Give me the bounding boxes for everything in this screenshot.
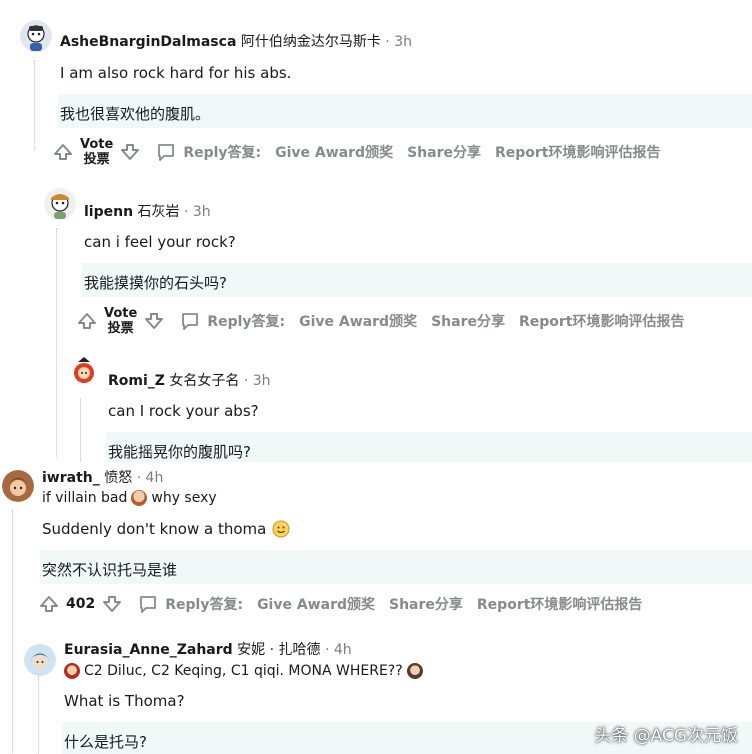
username[interactable]: AsheBnarginDalmasca — [60, 34, 236, 50]
comment-bubble-icon — [182, 313, 199, 330]
downvote-icon[interactable] — [101, 593, 123, 615]
avatar[interactable] — [2, 470, 34, 502]
translation-text: 突然不认识托马是谁 — [42, 561, 178, 579]
username-cn: 愤怒 — [104, 470, 133, 486]
give-award-button[interactable]: Give Award颁奖 — [257, 594, 375, 614]
vote-label-cn: 投票 — [107, 321, 134, 336]
thread-line — [80, 398, 81, 462]
give-award-button[interactable]: Give Award颁奖 — [275, 142, 393, 162]
comment-actions: Vote 投票 Reply答复: Give Award颁奖 Share分享 Rep… — [52, 137, 661, 167]
timestamp[interactable]: · 4h — [137, 470, 164, 486]
comment-actions: 402 Reply答复: Give Award颁奖 Share分享 Report… — [38, 593, 642, 615]
share-button[interactable]: Share分享 — [431, 311, 505, 331]
upvote-icon[interactable] — [52, 141, 74, 163]
comment-actions: Vote 投票 Reply答复: Give Award颁奖 Share分享 Rep… — [76, 306, 685, 336]
vote-label-cn: 投票 — [83, 152, 110, 167]
grin-emoji-icon — [272, 520, 290, 538]
username[interactable]: lipenn — [84, 204, 133, 220]
downvote-icon[interactable] — [119, 141, 141, 163]
vote-label: Vote 投票 — [104, 306, 137, 336]
reply-label: Reply答复: — [183, 145, 262, 161]
avatar[interactable] — [44, 188, 76, 220]
comment-meta: iwrath_ 愤怒 · 4h — [42, 467, 163, 487]
flair-character-icon — [406, 663, 423, 679]
username[interactable]: Eurasia_Anne_Zahard — [64, 642, 233, 658]
user-flair: if villain bad why sexy — [42, 490, 217, 506]
comment-meta: Eurasia_Anne_Zahard 安妮 · 扎哈德 · 4h — [64, 639, 352, 659]
reply-button[interactable]: Reply答复: — [155, 141, 261, 163]
username-cn: 阿什伯纳金达尔马斯卡 — [240, 34, 381, 50]
reply-button[interactable]: Reply答复: — [179, 310, 285, 332]
share-button[interactable]: Share分享 — [407, 142, 481, 162]
upvote-icon[interactable] — [76, 310, 98, 332]
timestamp[interactable]: · 3h — [244, 373, 271, 389]
vote-count: 402 — [66, 596, 96, 612]
report-button[interactable]: Report环境影响评估报告 — [495, 142, 661, 162]
comment-text-content: Suddenly don't know a thoma — [42, 520, 267, 538]
translation-text: 我能摸摸你的石头吗? — [84, 274, 227, 292]
thread-line — [56, 228, 57, 458]
thread-line — [38, 676, 39, 754]
flair-text: C2 Diluc, C2 Keqing, C1 qiqi. MONA WHERE… — [84, 663, 403, 679]
avatar[interactable] — [68, 356, 100, 388]
translation-text: 什么是托马? — [64, 733, 147, 751]
comment-text: What is Thoma? — [64, 692, 185, 710]
comment-text: can I rock your abs? — [108, 402, 259, 420]
thread-line — [12, 510, 13, 754]
avatar[interactable] — [24, 644, 56, 676]
upvote-icon[interactable] — [38, 593, 60, 615]
username[interactable]: iwrath_ — [42, 470, 100, 486]
flair-character-icon — [64, 663, 80, 679]
avatar[interactable] — [20, 20, 52, 52]
reply-button[interactable]: Reply答复: — [137, 593, 243, 615]
vote-label-en: Vote — [80, 137, 114, 152]
thread-line — [34, 60, 35, 150]
comment-meta: AsheBnarginDalmasca 阿什伯纳金达尔马斯卡 · 3h — [60, 31, 412, 51]
comment-text: I am also rock hard for his abs. — [60, 64, 292, 82]
give-award-button[interactable]: Give Award颁奖 — [299, 311, 417, 331]
report-button[interactable]: Report环境影响评估报告 — [477, 594, 643, 614]
username[interactable]: Romi_Z — [108, 373, 165, 389]
share-button[interactable]: Share分享 — [389, 594, 463, 614]
username-cn: 女名女子名 — [169, 373, 240, 389]
comment-bubble-icon — [140, 596, 157, 613]
vote-label: Vote 投票 — [80, 137, 113, 167]
timestamp[interactable]: · 4h — [325, 642, 352, 658]
user-flair: C2 Diluc, C2 Keqing, C1 qiqi. MONA WHERE… — [64, 663, 423, 679]
reply-label: Reply答复: — [165, 597, 244, 613]
watermark: 头条 @ACG次元饭 — [594, 726, 738, 746]
translation-text: 我能摇晃你的腹肌吗? — [108, 443, 251, 461]
translation-text: 我也很喜欢他的腹肌。 — [60, 105, 211, 123]
vote-label-en: Vote — [104, 306, 138, 321]
flair-character-icon — [131, 490, 148, 506]
username-cn: 安妮 · 扎哈德 — [237, 642, 321, 658]
flair-text: if villain bad — [42, 490, 128, 506]
comment-meta: Romi_Z 女名女子名 · 3h — [108, 370, 271, 390]
flair-text: why sexy — [151, 490, 217, 506]
comment-bubble-icon — [158, 144, 175, 161]
comment-meta: lipenn 石灰岩 · 3h — [84, 201, 211, 221]
downvote-icon[interactable] — [143, 310, 165, 332]
username-cn: 石灰岩 — [137, 204, 180, 220]
report-button[interactable]: Report环境影响评估报告 — [519, 311, 685, 331]
reply-label: Reply答复: — [207, 314, 286, 330]
timestamp[interactable]: · 3h — [385, 34, 412, 50]
comment-text: Suddenly don't know a thoma — [42, 520, 290, 538]
comment-text: can i feel your rock? — [84, 233, 236, 251]
timestamp[interactable]: · 3h — [184, 204, 211, 220]
